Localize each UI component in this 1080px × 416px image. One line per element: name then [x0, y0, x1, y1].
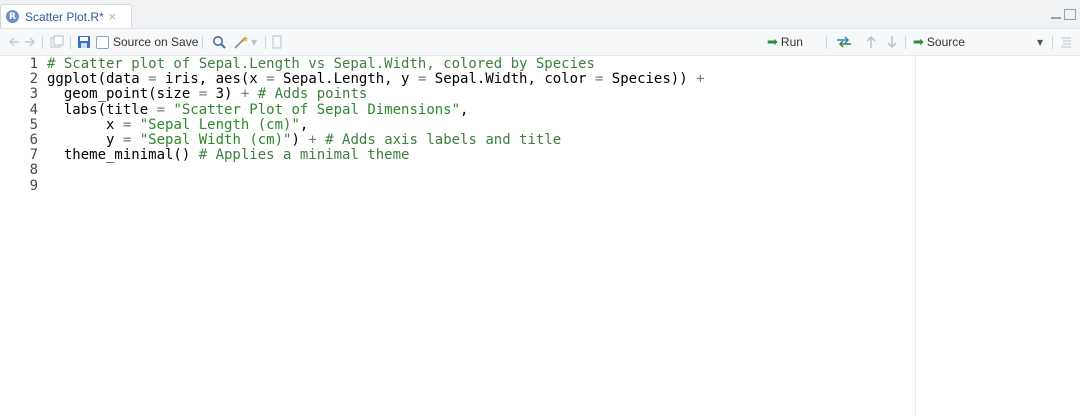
minimize-icon[interactable] [1051, 16, 1061, 19]
show-in-window-icon[interactable] [50, 29, 64, 55]
code-token: = [198, 86, 208, 103]
toolbar-divider [42, 36, 43, 49]
code-token: geom_point(size [63, 86, 199, 103]
code-line[interactable]: 6 y = "Sepal Width (cm)") + # Adds axis … [0, 133, 900, 148]
toolbar-divider [70, 36, 71, 49]
source-label: Source [926, 35, 965, 49]
toolbar-divider [265, 36, 266, 49]
code-token: labs(title [63, 101, 157, 118]
code-comment: # Adds points [249, 86, 368, 103]
maximize-icon[interactable] [1064, 9, 1076, 20]
outline-icon[interactable] [1060, 29, 1072, 55]
code-token: + [308, 132, 317, 148]
source-on-save-label: Source on Save [113, 35, 199, 49]
source-options-chevron-icon[interactable]: ▼ [1037, 29, 1043, 55]
code-string: "Sepal Width (cm)" [139, 132, 292, 148]
code-token: Sepal.Length, y [274, 71, 418, 88]
go-up-icon[interactable] [865, 29, 877, 55]
line-number: 5 [29, 116, 38, 133]
code-comment: # Scatter plot of Sepal.Length vs Sepal.… [47, 56, 595, 72]
code-text: y = "Sepal Width (cm)") + # Adds axis la… [47, 133, 561, 148]
save-icon[interactable] [77, 29, 91, 55]
editor-tab-bar: R Scatter Plot.R* × [0, 0, 1080, 29]
line-number: 6 [29, 132, 38, 148]
line-number: 1 [29, 56, 38, 72]
r-file-icon: R [6, 10, 19, 23]
line-number: 3 [29, 86, 38, 103]
line-number: 2 [29, 71, 38, 88]
source-icon: ➡ [913, 34, 924, 50]
code-token: + [696, 71, 705, 88]
code-line[interactable]: 7 theme_minimal() # Applies a minimal th… [0, 148, 900, 163]
code-text: ggplot(data = iris, aes(x = Sepal.Length… [47, 72, 705, 87]
code-token: theme_minimal() [63, 147, 199, 164]
compile-report-icon[interactable] [272, 29, 282, 55]
code-token: Sepal.Width, color [426, 71, 595, 88]
code-text: geom_point(size = 3) + # Adds points [47, 87, 367, 102]
code-tools-icon[interactable] [233, 29, 251, 55]
chevron-down-icon[interactable]: ▼ [251, 29, 257, 55]
line-number: 9 [29, 177, 38, 194]
code-string: "Sepal Length (cm)" [139, 116, 300, 133]
code-token: x [106, 116, 123, 133]
code-token: iris, aes(x [156, 71, 267, 88]
tab-scatter-plot[interactable]: R Scatter Plot.R* × [0, 4, 132, 28]
code-string: "Scatter Plot of Sepal Dimensions" [173, 101, 461, 118]
code-token: = [266, 71, 275, 88]
code-line[interactable]: 9 [0, 177, 900, 194]
source-button[interactable]: ➡ Source [913, 29, 965, 55]
code-line[interactable]: 2 ggplot(data = iris, aes(x = Sepal.Lengt… [0, 72, 900, 87]
search-icon[interactable] [212, 29, 226, 55]
code-line[interactable]: 5 x = "Sepal Length (cm)", [0, 116, 900, 133]
line-number: 8 [29, 162, 38, 179]
code-text: x = "Sepal Length (cm)", [47, 116, 309, 133]
code-text: labs(title = "Scatter Plot of Sepal Dime… [47, 101, 469, 118]
line-number: 4 [29, 101, 38, 118]
code-token: = [148, 71, 157, 88]
code-token: , [299, 116, 309, 133]
code-line[interactable]: 1 # Scatter plot of Sepal.Length vs Sepal… [0, 57, 900, 72]
window-controls [1051, 9, 1076, 20]
line-number: 7 [29, 147, 38, 164]
code-token: , [460, 101, 469, 118]
checkbox-icon [96, 35, 109, 49]
tab-title: Scatter Plot.R* [25, 9, 104, 24]
code-editor[interactable]: 1 # Scatter plot of Sepal.Length vs Sepal… [0, 56, 1080, 416]
code-comment: # Applies a minimal theme [198, 147, 410, 164]
code-line[interactable]: 8 [0, 163, 900, 178]
code-comment: # Adds axis labels and title [316, 132, 562, 148]
source-on-save-checkbox[interactable]: Source on Save [96, 29, 198, 55]
code-text: theme_minimal() # Applies a minimal them… [47, 147, 410, 164]
code-token: ) [291, 132, 309, 148]
toolbar-divider [202, 36, 203, 49]
close-tab-icon[interactable]: × [108, 10, 117, 23]
go-down-icon[interactable] [886, 29, 898, 55]
run-arrow-icon: ➡ [767, 34, 778, 50]
toolbar-divider [905, 36, 906, 49]
back-arrow-icon[interactable] [8, 29, 20, 55]
code-text: # Scatter plot of Sepal.Length vs Sepal.… [47, 57, 595, 72]
forward-arrow-icon[interactable] [24, 29, 36, 55]
code-token: Species)) [603, 71, 697, 88]
code-token: y [106, 132, 123, 148]
margin-guide [915, 56, 916, 416]
toolbar-divider [1052, 36, 1053, 49]
code-token: ggplot(data [47, 71, 149, 88]
run-button[interactable]: ➡ Run [767, 29, 803, 55]
code-line[interactable]: 3 geom_point(size = 3) + # Adds points [0, 87, 900, 102]
code-token: = [156, 101, 166, 118]
rerun-icon[interactable] [836, 29, 852, 55]
editor-toolbar: Source on Save ▼ ➡ Run ➡ Source ▼ [0, 29, 1080, 56]
toolbar-divider [826, 36, 827, 49]
run-label: Run [780, 35, 803, 49]
code-token: 3) [207, 86, 241, 103]
code-line[interactable]: 4 labs(title = "Scatter Plot of Sepal Di… [0, 101, 900, 118]
